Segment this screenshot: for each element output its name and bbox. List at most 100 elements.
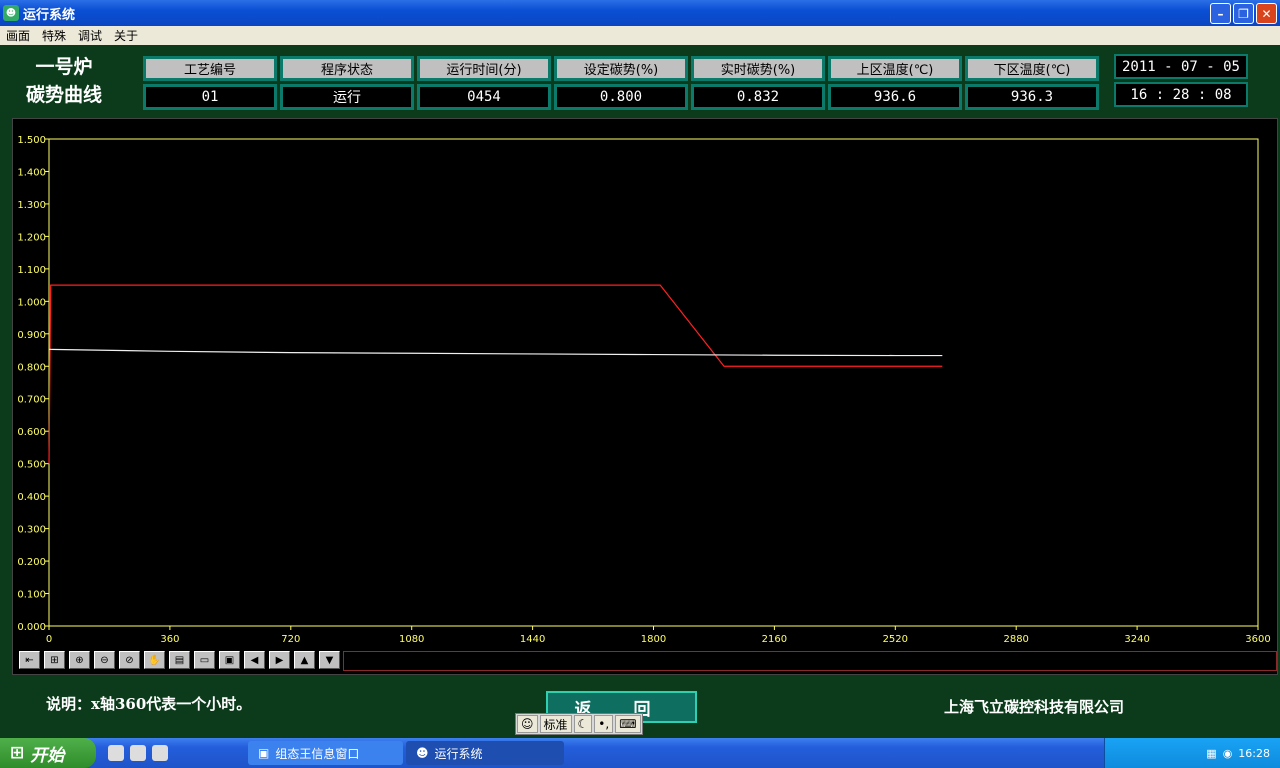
plot-frame	[48, 138, 1259, 627]
ime-bar[interactable]: ☺ 标准 ☾ •, ⌨	[515, 713, 643, 735]
left-icon[interactable]: ◀	[244, 651, 265, 669]
app-icon: ☻	[3, 5, 19, 21]
task-label: 组态王信息窗口	[275, 746, 360, 761]
y-tick-label: 0.500	[17, 460, 46, 471]
param-upper-temp: 上区温度(℃) 936.6	[828, 56, 962, 110]
param-value: 0.800	[554, 84, 688, 110]
series-line-real-carbon	[48, 348, 943, 357]
minimize-button[interactable]: –	[1210, 3, 1231, 24]
maximize-button[interactable]: ❐	[1233, 3, 1254, 24]
quicklaunch-icon-2[interactable]	[130, 745, 146, 761]
param-program-status: 程序状态 运行	[280, 56, 414, 110]
param-value: 0.832	[691, 84, 825, 110]
select-icon[interactable]: ▤	[169, 651, 190, 669]
param-label: 下区温度(℃)	[965, 56, 1099, 81]
y-tick-label: 0.200	[17, 557, 46, 568]
tray-clock: 16:28	[1238, 746, 1270, 760]
task-run-system[interactable]: ☻ 运行系统	[406, 741, 564, 765]
x-tick-label: 1440	[520, 634, 545, 645]
x-tick-label: 2160	[762, 634, 787, 645]
param-process-no: 工艺编号 01	[143, 56, 277, 110]
taskbar: ⊞ 开始 ▣ 组态王信息窗口 ☻ 运行系统 ▦ ◉ 16:28	[0, 738, 1280, 768]
zoom-reset-icon[interactable]: ⊘	[119, 651, 140, 669]
task-label: 运行系统	[434, 746, 483, 761]
param-run-time: 运行时间(分) 0454	[417, 56, 551, 110]
datetime-display: 2011 - 07 - 05 16 : 28 : 08	[1114, 54, 1248, 111]
zoom-out-icon[interactable]: ⊖	[94, 651, 115, 669]
ime-logo-icon[interactable]: ☺	[517, 715, 538, 733]
y-tick-label: 0.300	[17, 525, 46, 536]
fit-icon[interactable]: ⇤	[19, 651, 40, 669]
task-info-window[interactable]: ▣ 组态王信息窗口	[248, 741, 403, 765]
keyboard-icon[interactable]: ⌨	[615, 715, 641, 733]
down-icon[interactable]: ▼	[319, 651, 340, 669]
x-tick-label: 360	[160, 634, 179, 645]
y-tick-label: 0.100	[17, 590, 46, 601]
save-icon[interactable]: ▣	[219, 651, 240, 669]
start-label: 开始	[30, 745, 65, 766]
x-tick-label: 2880	[1003, 634, 1028, 645]
y-tick-label: 1.000	[17, 297, 46, 308]
param-label: 实时碳势(%)	[691, 56, 825, 81]
close-button[interactable]: ✕	[1256, 3, 1277, 24]
open-icon[interactable]: ▭	[194, 651, 215, 669]
y-tick-label: 0.600	[17, 427, 46, 438]
param-value: 936.3	[965, 84, 1099, 110]
menu-item-about[interactable]: 关于	[108, 27, 144, 44]
y-tick-label: 0.800	[17, 362, 46, 373]
window-titlebar: ☻ 运行系统 – ❐ ✕	[0, 0, 1280, 26]
param-label: 设定碳势(%)	[554, 56, 688, 81]
hand-icon[interactable]: ✋	[144, 651, 165, 669]
chart-toolbar: ⇤ ⊞ ⊕ ⊖ ⊘ ✋ ▤ ▭ ▣ ◀ ▶ ▲ ▼	[19, 651, 340, 671]
zoom-in-icon[interactable]: ⊕	[69, 651, 90, 669]
y-tick-label: 1.200	[17, 232, 46, 243]
menu-item-debug[interactable]: 调试	[72, 27, 108, 44]
up-icon[interactable]: ▲	[294, 651, 315, 669]
quicklaunch-icon-1[interactable]	[108, 745, 124, 761]
carbon-chart[interactable]: 0.000 0.100 0.200 0.300 0.400 0.500 0.600 0.700…	[12, 118, 1278, 675]
volume-icon[interactable]: ◉	[1223, 747, 1233, 760]
param-label: 运行时间(分)	[417, 56, 551, 81]
y-tick-label: 0.900	[17, 330, 46, 341]
furnace-name: 一号炉	[35, 56, 93, 78]
company-name: 上海飞立碳控科技有限公司	[944, 698, 1125, 716]
y-tick-label: 0.400	[17, 492, 46, 503]
menu-item-screen[interactable]: 画面	[0, 27, 36, 44]
punct-icon[interactable]: •,	[594, 715, 614, 733]
app-icon: ▣	[258, 746, 270, 760]
app-icon: ☻	[416, 746, 429, 760]
grid-icon[interactable]: ⊞	[44, 651, 65, 669]
param-real-carbon: 实时碳势(%) 0.832	[691, 56, 825, 110]
chart-svg[interactable]: 0.000 0.100 0.200 0.300 0.400 0.500 0.600 0.700…	[13, 119, 1277, 649]
furnace-title: 一号炉 碳势曲线	[14, 53, 114, 109]
param-label: 上区温度(℃)	[828, 56, 962, 81]
y-tick-label: 0.000	[17, 622, 46, 633]
menu-item-special[interactable]: 特殊	[36, 27, 72, 44]
start-button[interactable]: ⊞ 开始	[0, 738, 96, 768]
chart-title: 碳势曲线	[25, 84, 102, 106]
param-value: 936.6	[828, 84, 962, 110]
network-icon[interactable]: ▦	[1206, 747, 1216, 760]
x-tick-label: 2520	[883, 634, 908, 645]
y-tick-label: 1.300	[17, 200, 46, 211]
x-tick-label: 720	[281, 634, 300, 645]
chart-info-field[interactable]	[343, 651, 1277, 671]
x-tick-label: 3600	[1245, 634, 1270, 645]
quicklaunch-icon-3[interactable]	[152, 745, 168, 761]
moon-icon[interactable]: ☾	[573, 715, 593, 733]
window-title: 运行系统	[23, 7, 76, 23]
param-value: 0454	[417, 84, 551, 110]
x-tick-label: 1080	[399, 634, 424, 645]
x-tick-label: 3240	[1124, 634, 1149, 645]
time-display: 16 : 28 : 08	[1114, 82, 1248, 107]
x-tick-label: 1800	[641, 634, 666, 645]
right-icon[interactable]: ▶	[269, 651, 290, 669]
series-line-set-carbon	[48, 284, 943, 464]
system-tray: ▦ ◉ 16:28	[1104, 738, 1280, 768]
windows-logo-icon: ⊞	[10, 743, 25, 763]
y-tick-label: 1.500	[17, 135, 46, 146]
x-tick-label: 0	[46, 634, 52, 645]
y-tick-label: 1.400	[17, 167, 46, 178]
ime-mode[interactable]: 标准	[539, 715, 572, 733]
param-label: 程序状态	[280, 56, 414, 81]
